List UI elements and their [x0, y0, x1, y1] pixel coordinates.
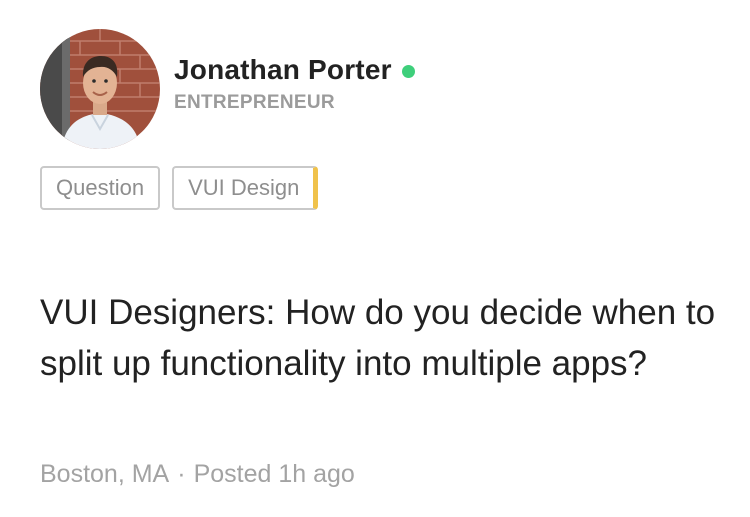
post-location: Boston, MA: [40, 460, 170, 488]
post-meta: Boston, MA · Posted 1h ago: [40, 460, 355, 489]
author-info: Jonathan Porter ENTREPRENEUR: [174, 54, 415, 114]
avatar[interactable]: [40, 29, 160, 149]
question-title[interactable]: VUI Designers: How do you decide when to…: [40, 287, 720, 389]
author-name-line: Jonathan Porter: [174, 54, 415, 86]
avatar-photo-icon: [40, 29, 160, 149]
post-time: Posted 1h ago: [193, 460, 355, 488]
post-card: Jonathan Porter ENTREPRENEUR Question VU…: [0, 0, 750, 517]
tag-question[interactable]: Question: [40, 166, 161, 210]
author-role: ENTREPRENEUR: [174, 92, 335, 113]
author-name[interactable]: Jonathan Porter: [174, 54, 392, 86]
meta-separator: ·: [177, 460, 186, 488]
tag-list: Question VUI Design: [40, 166, 330, 210]
tag-vui-design[interactable]: VUI Design: [172, 166, 319, 210]
online-status-icon: [401, 64, 415, 78]
author-header: Jonathan Porter ENTREPRENEUR: [40, 29, 415, 149]
